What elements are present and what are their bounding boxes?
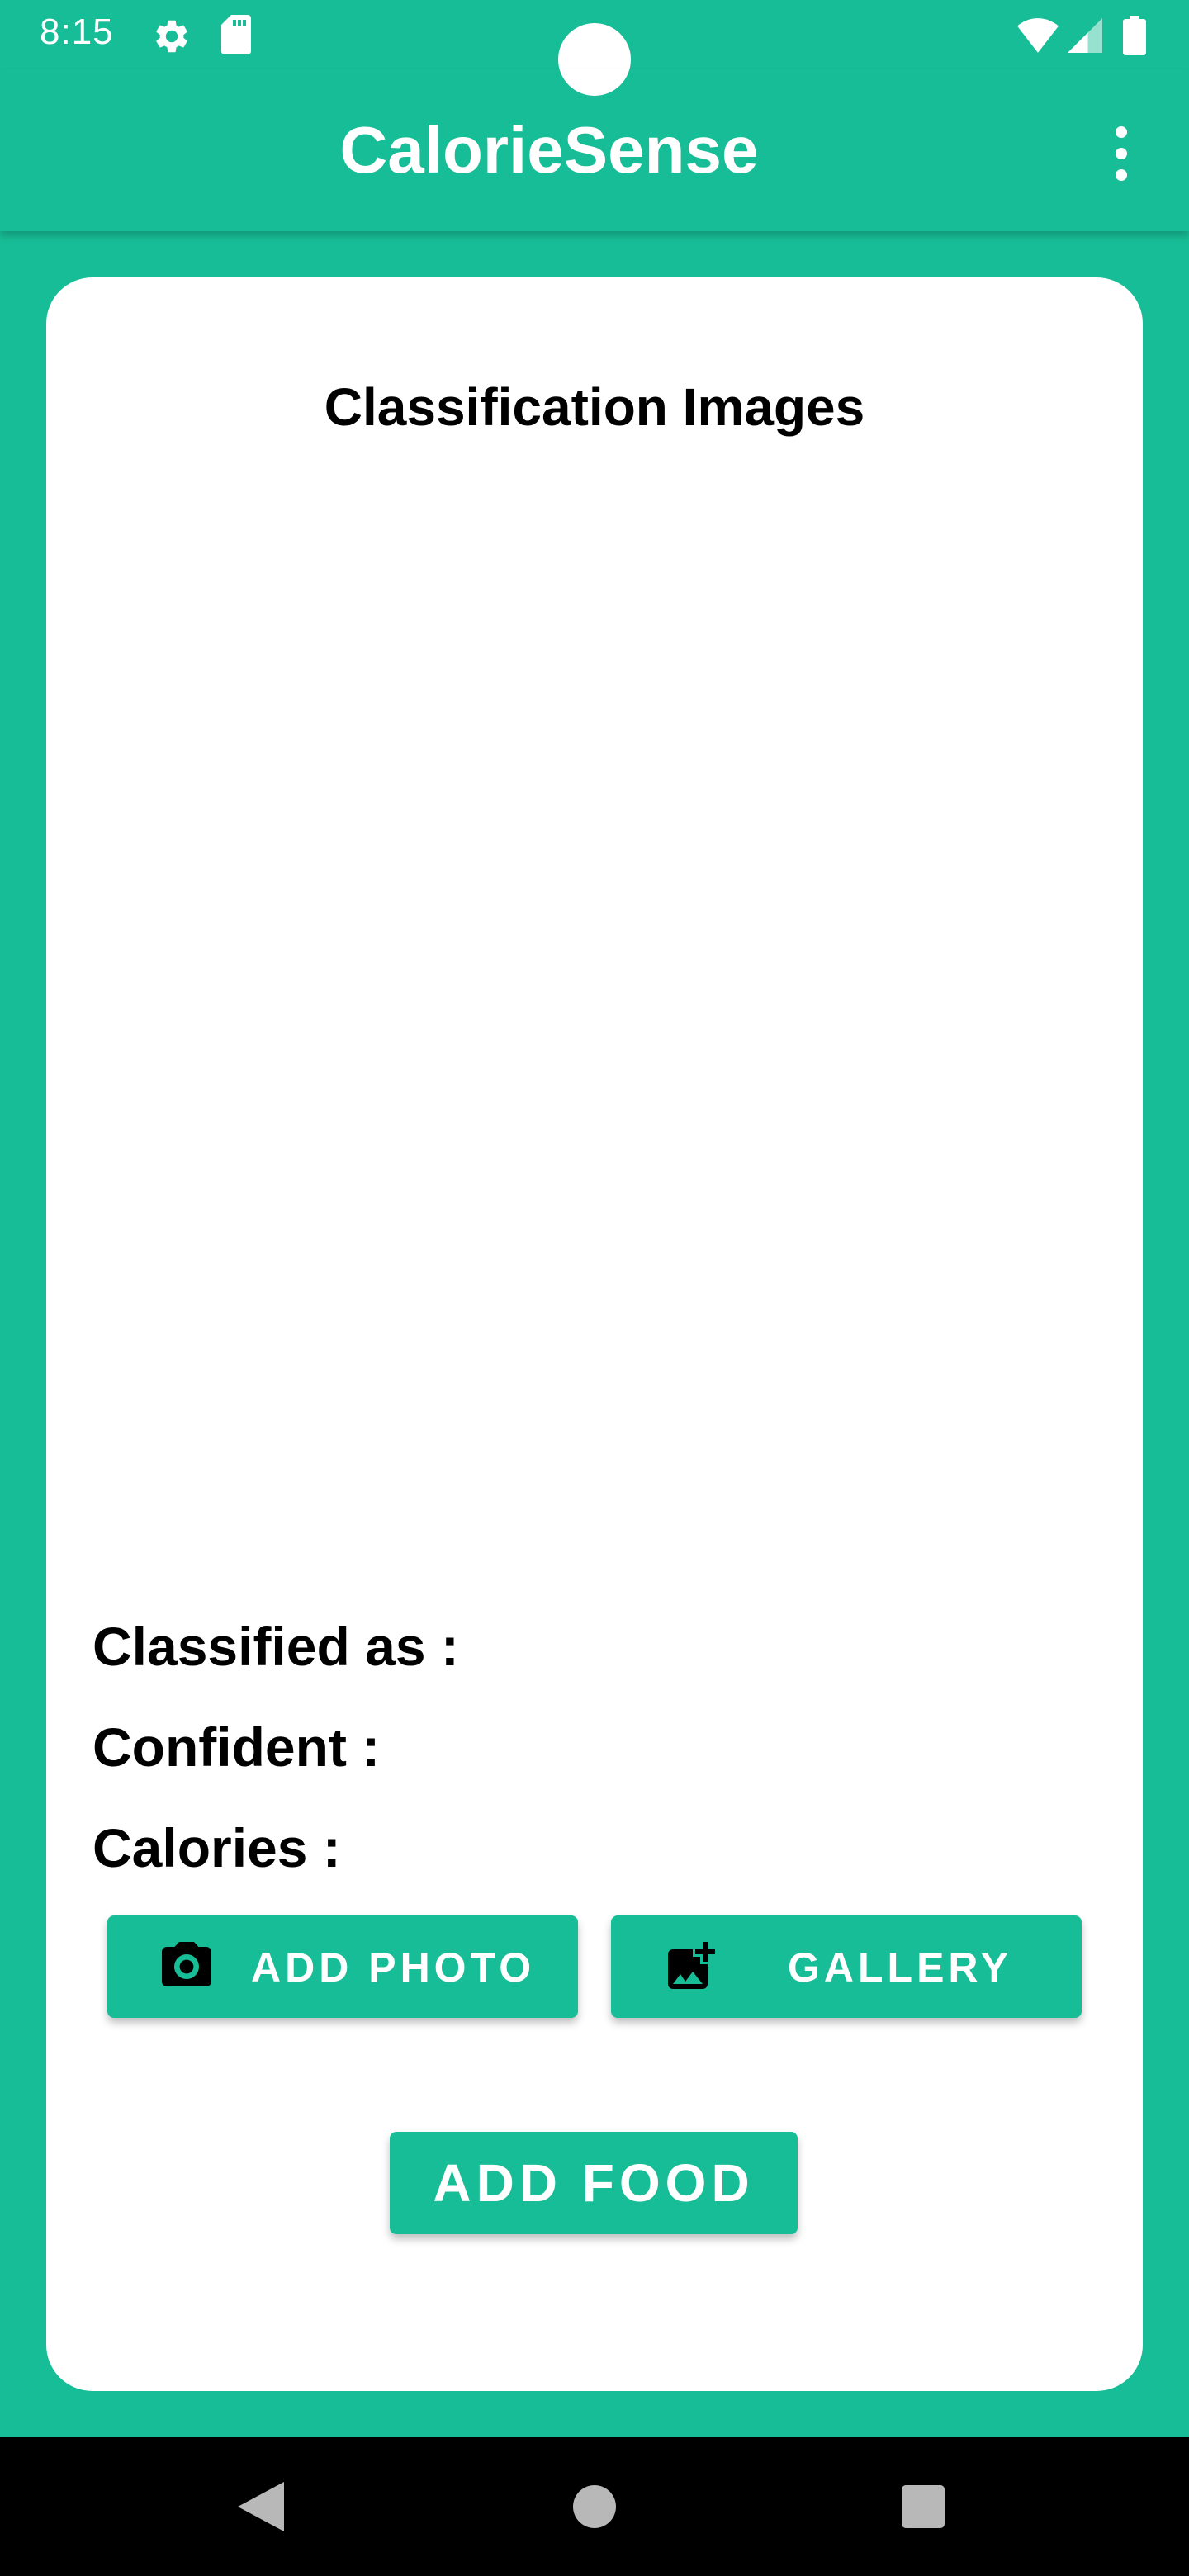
cell-signal-icon bbox=[1068, 18, 1102, 53]
battery-icon bbox=[1123, 16, 1146, 55]
add-food-button[interactable]: ADD FOOD bbox=[390, 2132, 798, 2234]
camera-icon bbox=[162, 1942, 211, 1986]
card-title: Classification Images bbox=[324, 377, 865, 437]
navigation-bar bbox=[0, 2437, 1189, 2576]
status-time: 8:15 bbox=[40, 12, 114, 52]
add-photo-label: ADD PHOTO bbox=[251, 1944, 536, 1991]
add-food-label: ADD FOOD bbox=[433, 2153, 755, 2213]
app-title: CalorieSense bbox=[339, 113, 759, 187]
classification-card: Classification Images Classified as : Co… bbox=[46, 277, 1143, 2391]
sd-card-icon bbox=[221, 15, 251, 54]
classification-image bbox=[112, 476, 1077, 1797]
gear-icon bbox=[156, 20, 187, 53]
add-photo-alternate-icon bbox=[668, 1942, 715, 1989]
add-photo-button[interactable]: ADD PHOTO bbox=[107, 1915, 578, 2018]
status-bar: 8:15 bbox=[0, 0, 1189, 96]
back-icon[interactable] bbox=[238, 2482, 284, 2531]
classified-as-label: Classified as : bbox=[92, 1616, 459, 1677]
gallery-button[interactable]: GALLERY bbox=[611, 1915, 1082, 2018]
home-icon[interactable] bbox=[573, 2485, 616, 2528]
wifi-icon bbox=[1017, 18, 1059, 53]
more-vert-icon[interactable] bbox=[1101, 114, 1141, 193]
recents-icon[interactable] bbox=[902, 2485, 945, 2528]
confident-label: Confident : bbox=[92, 1717, 381, 1778]
calories-label: Calories : bbox=[92, 1817, 341, 1878]
app-bar: CalorieSense bbox=[0, 69, 1189, 231]
gallery-label: GALLERY bbox=[788, 1944, 1013, 1991]
